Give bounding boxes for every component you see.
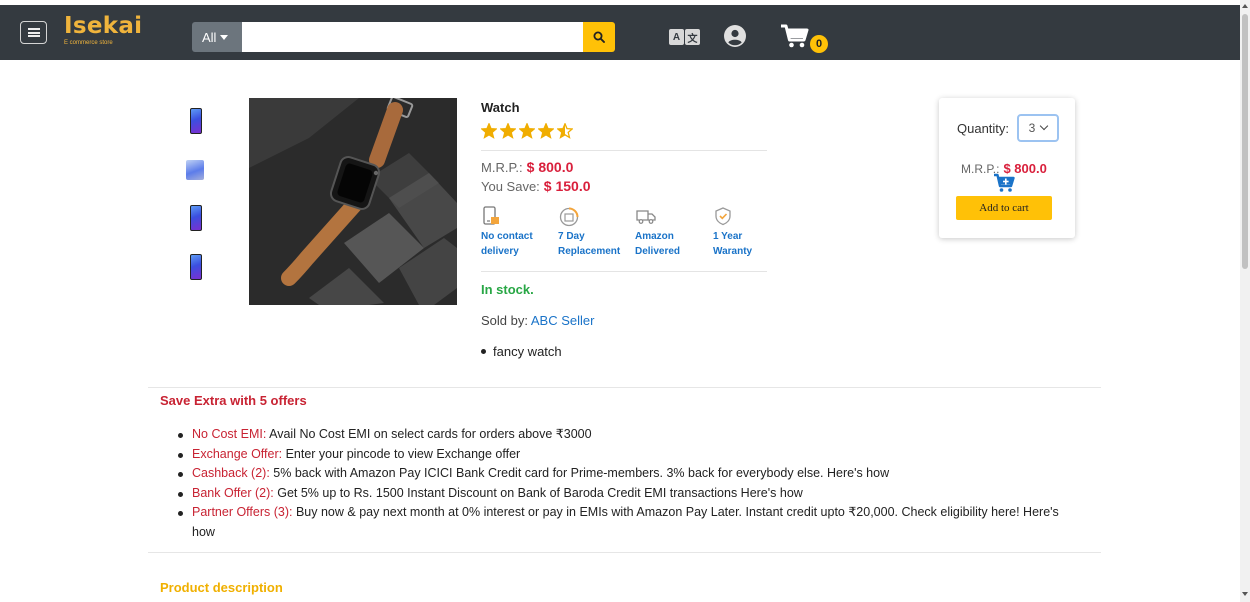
offer-item: Exchange Offer: Enter your pincode to vi… — [178, 445, 1078, 465]
offer-item: Bank Offer (2): Get 5% up to Rs. 1500 In… — [178, 484, 1078, 504]
feature-no-contact-delivery[interactable]: No contact delivery — [481, 206, 558, 264]
info-divider — [481, 150, 767, 151]
feature-line-1: 7 Day — [558, 231, 585, 242]
quantity-value: 3 — [1028, 121, 1036, 135]
feature-line-1: No contact — [481, 231, 533, 242]
buy-box: Quantity: 3 M.R.P.: $ 800.0 Add to cart — [939, 98, 1075, 238]
savings-value: $ 150.0 — [543, 178, 591, 194]
vertical-scrollbar[interactable] — [1240, 0, 1250, 602]
feature-amazon-delivered[interactable]: Amazon Delivered — [635, 206, 713, 264]
quantity-select[interactable]: 3 — [1017, 114, 1059, 142]
product-thumbnail[interactable] — [190, 205, 202, 231]
star-full-icon — [538, 123, 554, 139]
feature-line-1: 1 Year — [713, 231, 743, 242]
add-to-cart-icon — [993, 173, 1015, 198]
product-title: Watch — [481, 100, 520, 115]
offer-item: No Cost EMI: Avail No Cost EMI on select… — [178, 425, 1078, 445]
star-full-icon — [519, 123, 535, 139]
search-input[interactable] — [242, 22, 583, 52]
translate-glyph-a: A — [669, 29, 684, 45]
offer-item: Cashback (2): 5% back with Amazon Pay IC… — [178, 464, 1078, 484]
scrollbar-thumb[interactable] — [1242, 14, 1248, 269]
product-thumbnail[interactable] — [190, 108, 202, 134]
product-main-image — [249, 98, 457, 305]
no-contact-delivery-icon — [481, 206, 558, 226]
savings-label: You Save: — [481, 179, 540, 194]
scroll-up-arrow-icon[interactable] — [1242, 4, 1248, 8]
offer-text: 5% back with Amazon Pay ICICI Bank Credi… — [269, 466, 890, 480]
info-divider — [481, 271, 767, 272]
star-full-icon — [500, 123, 516, 139]
offers-list: No Cost EMI: Avail No Cost EMI on select… — [178, 425, 1078, 542]
quantity-label: Quantity: — [957, 121, 1010, 136]
feature-warranty[interactable]: 1 Year Waranty — [713, 206, 767, 264]
sold-by: Sold by: ABC Seller — [481, 313, 767, 328]
bullet-text: fancy watch — [493, 344, 562, 359]
menu-toggle-button[interactable] — [20, 21, 47, 44]
offer-title-link[interactable]: Partner Offers (3): — [192, 505, 293, 519]
star-rating[interactable] — [481, 123, 767, 141]
offer-title-link[interactable]: Cashback (2): — [192, 466, 270, 480]
caret-down-icon — [220, 34, 229, 40]
replacement-icon — [558, 206, 635, 227]
warranty-shield-icon — [713, 206, 767, 226]
feature-icons-row: No contact delivery 7 Day Replacement Am… — [481, 206, 767, 264]
bullet-dot — [481, 349, 486, 354]
feature-line-2: delivery — [481, 246, 519, 257]
brand-tagline: E commerce store — [64, 40, 113, 46]
mrp-value: $ 800.0 — [526, 159, 574, 175]
feature-replacement[interactable]: 7 Day Replacement — [558, 206, 635, 264]
cart-count-badge: 0 — [810, 35, 828, 53]
offer-text: Enter your pincode to view Exchange offe… — [282, 446, 521, 461]
translate-icon[interactable]: A 文 — [669, 29, 701, 45]
search-icon — [593, 31, 605, 43]
section-divider — [148, 387, 1101, 388]
search-button[interactable] — [583, 22, 615, 52]
offer-text: Buy now & pay next month at 0% interest … — [192, 505, 1059, 539]
feature-line-2: Delivered — [635, 246, 681, 257]
star-half-icon — [557, 123, 573, 139]
savings-row: You Save: $ 150.0 — [481, 178, 767, 194]
shopping-cart-icon[interactable] — [780, 23, 810, 54]
product-description-title: Product description — [160, 580, 283, 595]
delivery-truck-icon — [635, 206, 713, 226]
offer-text: Get 5% up to Rs. 1500 Instant Discount o… — [273, 485, 803, 500]
product-thumbnail[interactable] — [190, 254, 202, 280]
brand-logo[interactable]: Isekai E commerce store — [64, 13, 142, 46]
stock-status: In stock. — [481, 282, 534, 297]
product-bullet: fancy watch — [481, 344, 767, 359]
offer-item: Partner Offers (3): Buy now & pay next m… — [178, 503, 1078, 542]
offer-title-link[interactable]: No Cost EMI: — [192, 427, 266, 441]
offer-title-link[interactable]: Exchange Offer: — [192, 447, 282, 461]
star-full-icon — [481, 123, 497, 139]
hamburger-icon — [27, 28, 40, 37]
sold-by-label: Sold by: — [481, 313, 528, 328]
scroll-down-arrow-icon[interactable] — [1242, 592, 1248, 596]
search-category-dropdown[interactable]: All — [192, 22, 242, 52]
navbar: Isekai E commerce store All A 文 0 — [0, 5, 1240, 60]
mrp-label: M.R.P.: — [481, 160, 523, 175]
add-to-cart-button[interactable]: Add to cart — [956, 196, 1052, 220]
mrp-row: M.R.P.: $ 800.0 — [481, 159, 767, 175]
chevron-down-icon — [1040, 121, 1049, 131]
brand-name: Isekai — [64, 13, 143, 39]
seller-link[interactable]: ABC Seller — [531, 313, 595, 328]
product-thumbnail[interactable] — [186, 160, 204, 180]
feature-line-1: Amazon — [635, 231, 674, 242]
offer-title-link[interactable]: Bank Offer (2): — [192, 486, 274, 500]
user-account-icon[interactable] — [724, 25, 746, 52]
feature-line-2: Replacement — [558, 246, 621, 257]
feature-line-2: Waranty — [713, 246, 753, 257]
offers-title: Save Extra with 5 offers — [160, 393, 307, 408]
section-divider — [148, 552, 1101, 553]
offer-text: Avail No Cost EMI on select cards for or… — [266, 427, 592, 441]
translate-glyph-b: 文 — [685, 29, 700, 45]
search-category-label: All — [202, 29, 217, 45]
product-info: Watch M.R.P.: $ 800.0 You Save: $ 150.0 … — [481, 100, 767, 359]
